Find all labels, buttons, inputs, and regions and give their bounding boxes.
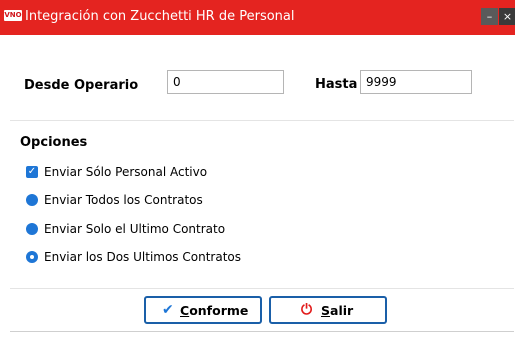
from-operator-input[interactable] xyxy=(167,70,284,94)
radio-icon[interactable] xyxy=(26,194,38,206)
confirm-button[interactable]: ✔ Conforme xyxy=(144,296,262,324)
close-button[interactable]: × xyxy=(499,8,515,25)
to-operator-input[interactable] xyxy=(360,70,472,94)
divider xyxy=(10,120,514,121)
exit-button[interactable]: ⏻ Salir xyxy=(269,296,387,324)
option-label: Enviar Todos los Contratos xyxy=(44,193,203,207)
option-label: Enviar Sólo Personal Activo xyxy=(44,165,208,179)
checkbox-checked-icon[interactable]: ✓ xyxy=(26,166,38,178)
minimize-button[interactable]: – xyxy=(481,8,498,25)
option-label: Enviar Solo el Ultimo Contrato xyxy=(44,222,226,236)
power-icon: ⏻ xyxy=(301,302,313,318)
app-icon: VNO xyxy=(4,10,22,21)
options-title: Opciones xyxy=(20,135,88,150)
confirm-button-label: Conforme xyxy=(180,303,249,318)
dialog-window: VNO Integración con Zucchetti HR de Pers… xyxy=(0,0,515,363)
radio-icon[interactable] xyxy=(26,223,38,235)
dialog-content: Desde Operario Hasta Opciones ✓ Enviar S… xyxy=(10,35,514,363)
to-operator-label: Hasta xyxy=(315,77,358,92)
divider xyxy=(10,288,514,289)
option-label: Enviar los Dos Ultimos Contratos xyxy=(44,250,241,264)
title-bar[interactable]: VNO Integración con Zucchetti HR de Pers… xyxy=(0,0,515,35)
exit-button-label: Salir xyxy=(321,303,354,318)
check-icon: ✔ xyxy=(162,302,174,318)
window-title: Integración con Zucchetti HR de Personal xyxy=(25,9,295,24)
divider xyxy=(10,331,514,332)
from-operator-label: Desde Operario xyxy=(24,78,139,93)
radio-selected-icon[interactable] xyxy=(26,251,38,263)
